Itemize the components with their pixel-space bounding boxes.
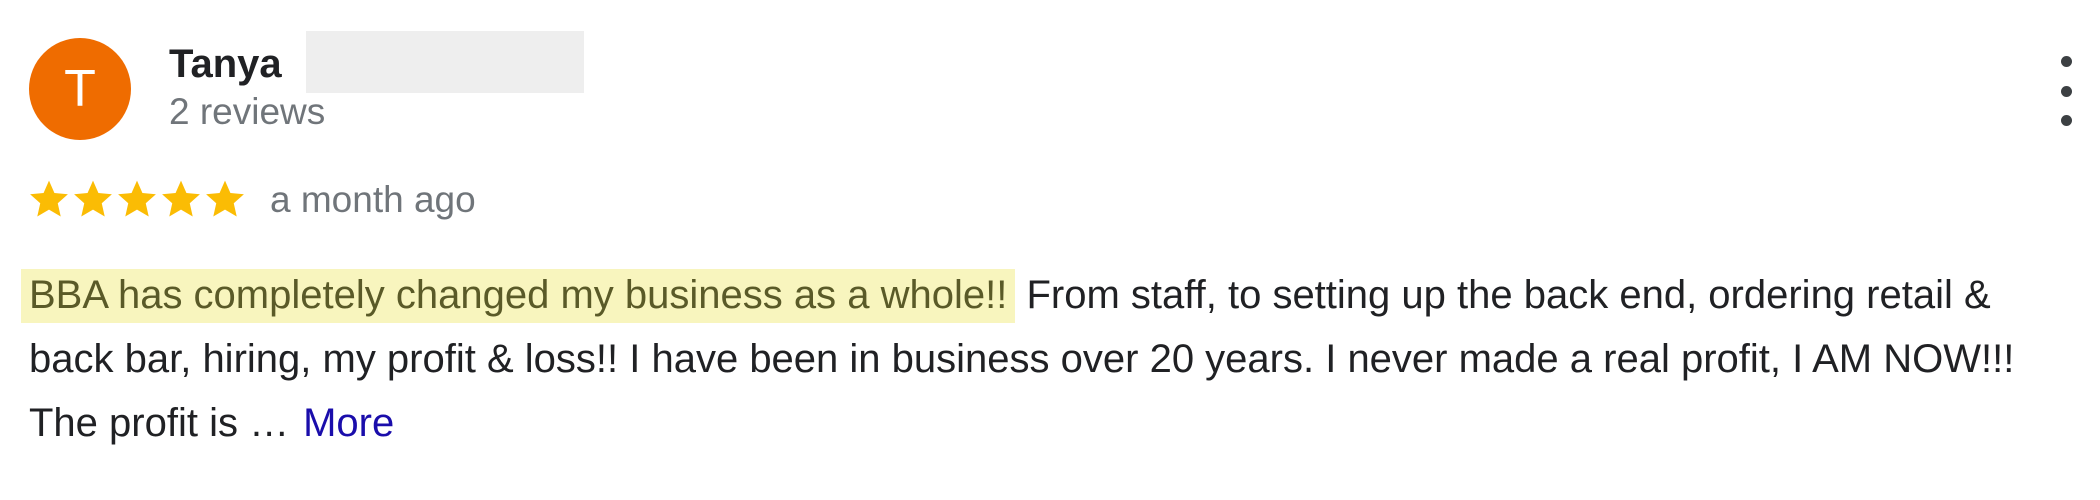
reviewer-avatar[interactable]: T xyxy=(29,38,131,140)
star-icon xyxy=(206,180,244,217)
name-redaction-block xyxy=(306,31,584,93)
more-options-button[interactable] xyxy=(2046,56,2086,126)
more-vertical-icon xyxy=(2060,56,2072,67)
more-link[interactable]: More xyxy=(303,401,394,445)
more-vertical-icon-dot xyxy=(2060,85,2072,97)
avatar-initial: T xyxy=(64,60,96,118)
star-icon xyxy=(118,180,156,217)
review-highlight: BBA has completely changed my business a… xyxy=(21,269,1016,323)
star-rating xyxy=(28,178,246,220)
star-icon xyxy=(74,180,112,217)
reviewer-name[interactable]: Tanya xyxy=(169,40,282,88)
review-count: 2 reviews xyxy=(169,91,326,132)
review-text: BBA has completely changed my business a… xyxy=(21,263,2069,455)
more-vertical-icon-dot xyxy=(2060,115,2072,126)
star-icon xyxy=(30,180,68,217)
star-icon xyxy=(162,180,200,217)
review-date: a month ago xyxy=(270,179,476,220)
